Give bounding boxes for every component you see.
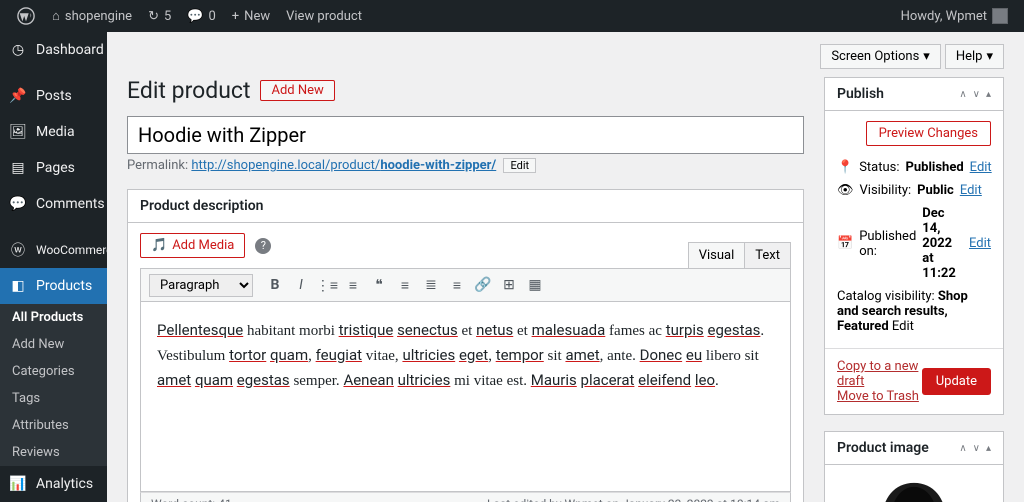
wp-logo[interactable] — [8, 0, 44, 32]
hoodie-icon — [835, 475, 993, 502]
align-center-button[interactable]: ≣ — [419, 273, 443, 297]
word-count: Word count: 41 — [151, 497, 232, 502]
product-image-heading: Product image — [837, 440, 929, 456]
sidebar-item-media[interactable]: 🖼Media — [0, 114, 107, 150]
format-select[interactable]: Paragraph — [149, 274, 253, 297]
last-edited: Last edited by Wpmet on January 23, 2023… — [487, 497, 780, 502]
permalink-link[interactable]: http://shopengine.local/product/hoodie-w… — [191, 158, 496, 173]
insert-more-button[interactable]: ⊞ — [497, 273, 521, 297]
refresh-icon: ↻ — [148, 9, 159, 24]
media-icon: 🖼 — [8, 122, 28, 142]
product-image-thumbnail[interactable] — [825, 465, 1003, 502]
edit-date[interactable]: Edit — [969, 236, 991, 251]
sidebar-item-products[interactable]: ◧Products — [0, 268, 107, 304]
comment-icon: 💬 — [8, 194, 28, 214]
preview-changes-button[interactable]: Preview Changes — [866, 121, 991, 146]
sidebar-item-analytics[interactable]: 📊Analytics — [0, 466, 107, 502]
updates[interactable]: ↻5 — [140, 0, 179, 32]
eye-icon: 👁 — [837, 183, 854, 198]
toggle-icon[interactable]: ▴ — [986, 89, 991, 100]
sidebar-item-comments[interactable]: 💬Comments — [0, 186, 107, 222]
product-description-box: Product description 🎵Add Media ? Visual … — [127, 189, 804, 502]
editor-content[interactable]: Pellentesque habitant morbi tristique se… — [140, 302, 791, 492]
trash-link[interactable]: Move to Trash — [837, 389, 922, 404]
toolbar-toggle-button[interactable]: ▦ — [523, 273, 547, 297]
chevron-down-icon[interactable]: ∨ — [973, 89, 980, 100]
copy-draft-link[interactable]: Copy to a new draft — [837, 359, 922, 389]
chevron-down-icon: ▾ — [923, 49, 930, 64]
calendar-icon: 📅 — [837, 236, 853, 251]
submenu-categories[interactable]: Categories — [0, 358, 107, 385]
new-content[interactable]: +New — [224, 0, 278, 32]
media-icon: 🎵 — [151, 238, 167, 253]
submenu-attributes[interactable]: Attributes — [0, 412, 107, 439]
tab-visual[interactable]: Visual — [689, 243, 745, 268]
chevron-up-icon[interactable]: ∧ — [959, 443, 966, 454]
chevron-down-icon[interactable]: ∨ — [973, 443, 980, 454]
analytics-icon: 📊 — [8, 474, 28, 494]
dashboard-icon: ◷ — [8, 40, 28, 60]
page-title: Edit product — [127, 77, 250, 104]
tab-text[interactable]: Text — [744, 243, 790, 268]
woo-icon: ⓦ — [8, 240, 28, 260]
bold-button[interactable]: B — [263, 273, 287, 297]
screen-options-button[interactable]: Screen Options ▾ — [820, 44, 941, 69]
submenu-all-products[interactable]: All Products — [0, 304, 107, 331]
edit-visibility[interactable]: Edit — [960, 183, 982, 198]
number-list-button[interactable]: ≡ — [341, 273, 365, 297]
comment-icon: 💬 — [187, 9, 203, 24]
submenu-reviews[interactable]: Reviews — [0, 439, 107, 466]
publish-box: Publish ∧∨▴ Preview Changes 📍Status: Pub… — [824, 77, 1004, 415]
page-icon: ▤ — [8, 158, 28, 178]
edit-status[interactable]: Edit — [970, 160, 992, 175]
chevron-down-icon: ▾ — [986, 49, 993, 64]
home-icon: ⌂ — [52, 8, 60, 24]
submenu-tags[interactable]: Tags — [0, 385, 107, 412]
pin-icon: 📌 — [8, 86, 28, 106]
product-image-box: Product image ∧ ∨ ▴ — [824, 431, 1004, 502]
help-button[interactable]: Help ▾ — [945, 44, 1004, 69]
site-name[interactable]: ⌂shopengine — [44, 0, 140, 32]
align-left-button[interactable]: ≡ — [393, 273, 417, 297]
link-button[interactable]: 🔗 — [471, 273, 495, 297]
edit-catalog[interactable]: Edit — [892, 319, 914, 334]
avatar — [992, 8, 1008, 24]
permalink: Permalink: http://shopengine.local/produ… — [127, 158, 804, 173]
sidebar-item-pages[interactable]: ▤Pages — [0, 150, 107, 186]
align-right-button[interactable]: ≡ — [445, 273, 469, 297]
admin-sidebar: ◷Dashboard 📌Posts 🖼Media ▤Pages 💬Comment… — [0, 32, 107, 502]
plus-icon: + — [232, 9, 239, 24]
bullet-list-button[interactable]: ⋮≡ — [315, 273, 339, 297]
toggle-icon[interactable]: ▴ — [986, 443, 991, 454]
add-media-button[interactable]: 🎵Add Media — [140, 233, 245, 258]
sidebar-item-woocommerce[interactable]: ⓦWooCommerce — [0, 232, 107, 268]
update-button[interactable]: Update — [922, 368, 991, 395]
add-new-button[interactable]: Add New — [260, 80, 334, 101]
key-icon: 📍 — [837, 160, 853, 175]
quote-button[interactable]: ❝ — [367, 273, 391, 297]
sidebar-item-posts[interactable]: 📌Posts — [0, 78, 107, 114]
edit-slug-button[interactable]: Edit — [503, 158, 536, 173]
help-icon[interactable]: ? — [255, 238, 271, 254]
publish-heading: Publish — [837, 86, 884, 102]
wordpress-icon — [16, 6, 36, 26]
view-product[interactable]: View product — [278, 0, 370, 32]
description-heading: Product description — [140, 198, 263, 214]
italic-button[interactable]: I — [289, 273, 313, 297]
sidebar-item-dashboard[interactable]: ◷Dashboard — [0, 32, 107, 68]
user-greeting[interactable]: Howdy, Wpmet — [893, 0, 1016, 32]
chevron-up-icon[interactable]: ∧ — [959, 89, 966, 100]
editor-toolbar: Paragraph B I ⋮≡ ≡ ❝ ≡ ≣ ≡ 🔗 ⊞ ▦ — [140, 268, 791, 302]
comments-count[interactable]: 💬0 — [179, 0, 224, 32]
products-icon: ◧ — [8, 276, 28, 296]
product-title-input[interactable] — [127, 116, 804, 154]
submenu-add-new[interactable]: Add New — [0, 331, 107, 358]
products-submenu: All Products Add New Categories Tags Att… — [0, 304, 107, 466]
